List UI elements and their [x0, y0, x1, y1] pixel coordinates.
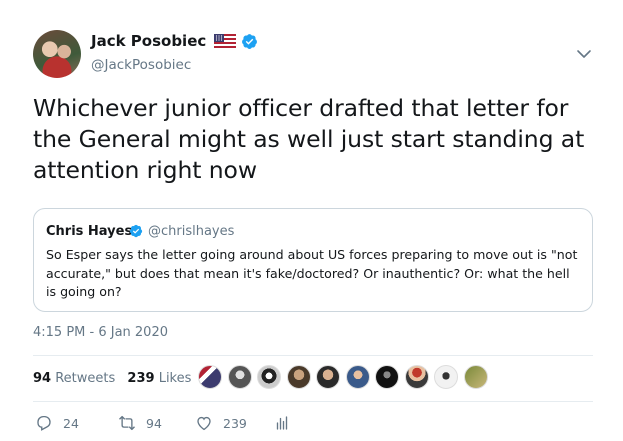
likes-stat[interactable]: 239 Likes [127, 371, 191, 386]
tweet-text: Whichever junior officer drafted that le… [33, 94, 585, 184]
heart-icon [197, 416, 211, 431]
author-name[interactable]: Jack Posobiec [91, 32, 206, 50]
retweets-label: Retweets [55, 371, 116, 386]
quoted-tweet[interactable]: Chris Hayes @chrislhayes So Esper says t… [33, 208, 593, 312]
liker-avatar[interactable] [286, 365, 311, 389]
author-handle[interactable]: @JackPosobiec [91, 57, 191, 73]
reply-count: 24 [63, 415, 79, 431]
retweet-icon [119, 415, 135, 431]
divider [33, 355, 593, 356]
retweets-count: 94 [33, 371, 52, 386]
like-button[interactable]: 239 [195, 414, 247, 432]
retweets-stat[interactable]: 94 Retweets [33, 371, 115, 386]
liker-avatar[interactable] [375, 365, 399, 389]
verified-icon [129, 224, 143, 238]
liker-avatar[interactable] [198, 365, 222, 389]
quoted-author-name: Chris Hayes [46, 224, 133, 239]
liker-avatar[interactable] [227, 365, 252, 389]
like-count: 239 [223, 415, 247, 431]
verified-icon [242, 34, 257, 49]
liker-avatar[interactable] [463, 365, 488, 389]
liker-avatar[interactable] [404, 365, 429, 389]
analytics-button[interactable] [273, 414, 301, 432]
likes-label: Likes [158, 371, 192, 386]
reply-button[interactable]: 24 [35, 414, 79, 432]
retweet-count: 94 [146, 415, 162, 431]
analytics-icon [276, 416, 288, 430]
tweet-timestamp[interactable]: 4:15 PM - 6 Jan 2020 [33, 325, 168, 340]
liker-avatar[interactable] [345, 365, 370, 389]
divider [33, 401, 593, 402]
reply-icon [37, 415, 51, 431]
tweet-stats: 94 Retweets 239 Likes [33, 371, 199, 386]
liker-avatar[interactable] [316, 365, 340, 389]
tweet-actions: 24 94 239 [33, 414, 593, 438]
retweet-button[interactable]: 94 [118, 414, 162, 432]
quoted-tweet-text: So Esper says the letter going around ab… [46, 247, 578, 299]
quoted-author-handle: @chrislhayes [148, 224, 235, 239]
likes-count: 239 [127, 371, 155, 386]
liker-avatar[interactable] [434, 365, 458, 389]
caret-down-icon[interactable] [576, 48, 592, 60]
author-avatar[interactable] [33, 30, 81, 78]
liker-avatar[interactable] [257, 365, 281, 389]
liker-avatars [198, 365, 493, 391]
us-flag-icon [214, 34, 236, 48]
